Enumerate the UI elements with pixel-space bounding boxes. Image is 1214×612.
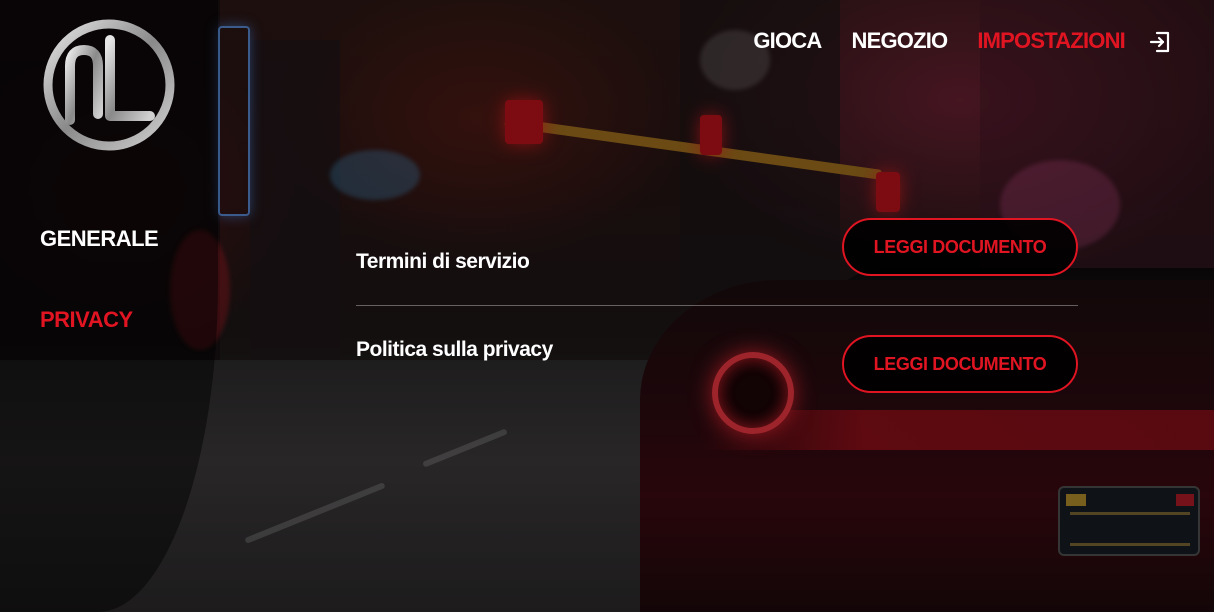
read-terms-button[interactable]: LEGGI DOCUMENTO (842, 218, 1078, 276)
read-privacy-policy-button[interactable]: LEGGI DOCUMENTO (842, 335, 1078, 393)
sidebar-item-generale[interactable]: GENERALE (40, 226, 159, 252)
top-nav: GIOCA NEGOZIO IMPOSTAZIONI (723, 28, 1125, 54)
privacy-settings-panel: Termini di servizio LEGGI DOCUMENTO Poli… (356, 218, 1078, 393)
nav-item-impostazioni[interactable]: IMPOSTAZIONI (977, 28, 1125, 54)
privacy-policy-label: Politica sulla privacy (356, 337, 553, 361)
settings-row-terms: Termini di servizio LEGGI DOCUMENTO (356, 218, 1078, 305)
nl-logo-icon[interactable] (40, 18, 178, 152)
logout-icon[interactable] (1148, 30, 1172, 54)
sidebar-nav: GENERALE PRIVACY (40, 226, 159, 333)
nav-item-negozio[interactable]: NEGOZIO (851, 28, 948, 54)
nav-item-gioca[interactable]: GIOCA (753, 28, 822, 54)
sidebar-item-privacy[interactable]: PRIVACY (40, 307, 158, 333)
settings-row-privacy-policy: Politica sulla privacy LEGGI DOCUMENTO (356, 306, 1078, 393)
terms-of-service-label: Termini di servizio (356, 249, 530, 273)
